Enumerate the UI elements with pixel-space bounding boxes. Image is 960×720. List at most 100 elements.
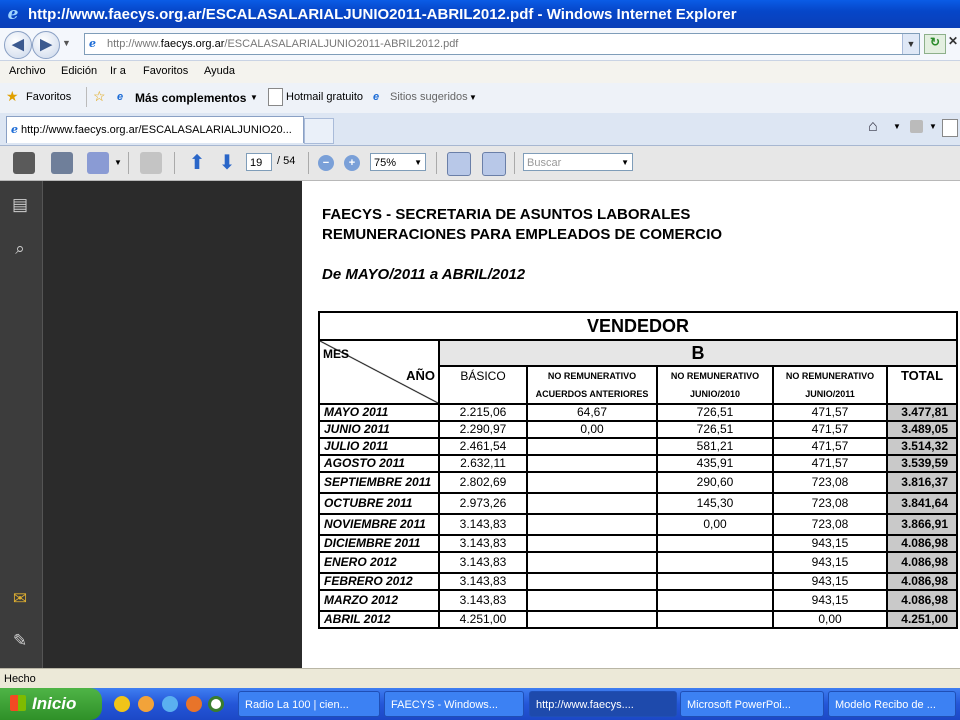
- add-favorite-icon[interactable]: ☆: [93, 88, 106, 105]
- status-text: Hecho: [4, 673, 36, 685]
- row-basico: 2.973,26: [438, 492, 528, 515]
- table-body: MAYO 2011 2.215,06 64,67 726,51 471,57 3.477,…: [318, 403, 958, 629]
- taskbar-item-pdf[interactable]: http://www.faecys....: [529, 691, 677, 717]
- row-basico: 4.251,00: [438, 610, 528, 629]
- mas-complementos-link[interactable]: Más complementos: [135, 91, 246, 105]
- save-icon[interactable]: [51, 152, 73, 174]
- sitios-sugeridos-link[interactable]: Sitios sugeridos: [390, 91, 468, 103]
- row-month: FEBRERO 2012: [318, 572, 440, 591]
- hotmail-link[interactable]: Hotmail gratuito: [286, 91, 363, 103]
- quicklaunch-player-icon[interactable]: [208, 696, 224, 712]
- quicklaunch-icon-1[interactable]: [114, 696, 130, 712]
- zoom-out-icon[interactable]: −: [318, 155, 334, 171]
- print-icon[interactable]: [942, 119, 958, 137]
- quicklaunch-firefox-icon[interactable]: [186, 696, 202, 712]
- print-pdf-icon[interactable]: [13, 152, 35, 174]
- refresh-icon[interactable]: ↻: [924, 34, 946, 54]
- navigation-bar: ◀ ▶ ▼ e http://www.faecys.org.ar/ESCALASA…: [0, 28, 960, 61]
- row-total: 3.489,05: [886, 420, 958, 439]
- home-icon[interactable]: ⌂: [868, 118, 878, 136]
- zoom-select[interactable]: 75% ▼: [370, 153, 426, 171]
- comment-icon[interactable]: [140, 152, 162, 174]
- row-junio2010: 145,30: [656, 492, 774, 515]
- tab-pdf[interactable]: e http://www.faecys.org.ar/ESCALASALARIAL…: [6, 116, 304, 143]
- category-label: B: [438, 339, 958, 367]
- home-dropdown-icon[interactable]: ▼: [893, 122, 901, 131]
- table-row: AGOSTO 2011 2.632,11 435,91 471,57 3.539,59: [318, 454, 958, 473]
- zoom-dropdown-icon[interactable]: ▼: [414, 154, 422, 172]
- salary-table: VENDEDOR MES AÑO B BÁSICO NO REMUNERATIV…: [318, 311, 958, 629]
- chevron-down-icon[interactable]: ▼: [250, 93, 258, 102]
- zoom-in-icon[interactable]: +: [344, 155, 360, 171]
- comments-panel-icon[interactable]: ✉: [9, 589, 31, 611]
- row-total: 4.086,98: [886, 572, 958, 591]
- history-dropdown-icon[interactable]: ▼: [62, 38, 71, 48]
- row-acuerdos: 64,67: [526, 403, 658, 422]
- table-title: VENDEDOR: [318, 311, 958, 341]
- row-junio2010: 0,00: [656, 513, 774, 536]
- share-dropdown-icon[interactable]: ▼: [114, 158, 122, 167]
- menu-edicion[interactable]: Edición: [61, 65, 97, 77]
- menu-ayuda[interactable]: Ayuda: [204, 65, 235, 77]
- table-row: ENERO 2012 3.143,83 943,15 4.086,98: [318, 551, 958, 574]
- page-icon: [268, 88, 283, 106]
- row-acuerdos: 0,00: [526, 420, 658, 439]
- feeds-dropdown-icon[interactable]: ▼: [929, 122, 937, 131]
- row-total: 4.086,98: [886, 589, 958, 612]
- row-acuerdos: [526, 534, 658, 553]
- window-title-bar[interactable]: e http://www.faecys.org.ar/ESCALASALARIA…: [0, 0, 960, 28]
- new-tab-button[interactable]: [304, 118, 334, 144]
- ie-link-icon-2: e: [373, 91, 380, 103]
- row-month: ENERO 2012: [318, 551, 440, 574]
- taskbar-item-radio[interactable]: Radio La 100 | cien...: [238, 691, 380, 717]
- row-basico: 3.143,83: [438, 589, 528, 612]
- table-row: MARZO 2012 3.143,83 943,15 4.086,98: [318, 589, 958, 612]
- mes-anio-header: MES AÑO: [318, 339, 440, 405]
- pdf-sidebar: ▤ ⌕ ✉ ✎: [0, 181, 43, 668]
- start-button[interactable]: Inicio: [0, 688, 102, 720]
- row-total: 3.514,32: [886, 437, 958, 456]
- row-junio2011: 471,57: [772, 454, 888, 473]
- ie-link-icon: e: [117, 91, 124, 103]
- row-junio2010: 435,91: [656, 454, 774, 473]
- stop-icon[interactable]: ✕: [948, 34, 960, 52]
- menu-favoritos[interactable]: Favoritos: [143, 65, 188, 77]
- share-icon[interactable]: [87, 152, 109, 174]
- fit-width-icon[interactable]: [447, 152, 471, 176]
- forward-button[interactable]: ▶: [32, 31, 60, 59]
- row-junio2011: 943,15: [772, 572, 888, 591]
- taskbar-item-word[interactable]: Modelo Recibo de ...: [828, 691, 956, 717]
- row-junio2010: 290,60: [656, 471, 774, 494]
- page-number-input[interactable]: 19: [246, 153, 272, 171]
- quicklaunch-icon-2[interactable]: [138, 696, 154, 712]
- row-basico: 2.802,69: [438, 471, 528, 494]
- table-row: JULIO 2011 2.461,54 581,21 471,57 3.514,32: [318, 437, 958, 456]
- row-acuerdos: [526, 471, 658, 494]
- pages-panel-icon[interactable]: ▤: [9, 195, 31, 217]
- taskbar-item-faecys[interactable]: FAECYS - Windows...: [384, 691, 524, 717]
- taskbar-item-powerpoint[interactable]: Microsoft PowerPoi...: [680, 691, 824, 717]
- chevron-down-icon-2[interactable]: ▼: [469, 93, 477, 102]
- address-bar[interactable]: e http://www.faecys.org.ar/ESCALASALARIAL…: [84, 33, 920, 55]
- search-input[interactable]: Buscar ▼: [523, 153, 633, 171]
- row-acuerdos: [526, 513, 658, 536]
- fit-page-icon[interactable]: [482, 152, 506, 176]
- previous-page-icon[interactable]: ⬆: [186, 152, 208, 174]
- window-title: http://www.faecys.org.ar/ESCALASALARIALJ…: [28, 5, 737, 23]
- row-acuerdos: [526, 589, 658, 612]
- attachments-icon[interactable]: ✎: [9, 631, 31, 653]
- table-row: MAYO 2011 2.215,06 64,67 726,51 471,57 3.477,…: [318, 403, 958, 422]
- quicklaunch-ie-icon[interactable]: [162, 696, 178, 712]
- pdf-page: FAECYS - SECRETARIA DE ASUNTOS LABORALES…: [302, 181, 960, 668]
- menu-archivo[interactable]: Archivo: [9, 65, 46, 77]
- menu-ir-a[interactable]: Ir a: [110, 65, 126, 77]
- search-dropdown-icon[interactable]: ▼: [621, 154, 629, 172]
- row-junio2010: 726,51: [656, 420, 774, 439]
- favorites-star-icon: ★: [6, 88, 19, 104]
- address-dropdown-icon[interactable]: ▼: [902, 34, 919, 54]
- next-page-icon[interactable]: ⬇: [216, 152, 238, 174]
- favorites-button[interactable]: Favoritos: [26, 91, 71, 103]
- binoculars-icon[interactable]: ⌕: [9, 239, 31, 261]
- feeds-icon[interactable]: [910, 120, 923, 133]
- back-button[interactable]: ◀: [4, 31, 32, 59]
